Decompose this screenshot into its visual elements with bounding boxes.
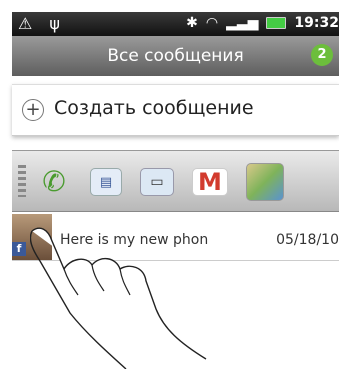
phone-icon[interactable]: ✆	[36, 163, 72, 199]
compose-message-label: Создать сообщение	[54, 97, 254, 119]
contact-card-icon[interactable]: ▤	[90, 168, 122, 196]
drag-handle-icon[interactable]	[18, 165, 26, 197]
title-bar: Все сообщения 2	[12, 36, 339, 76]
signal-icon: ▂▃▅	[226, 15, 259, 31]
facebook-icon: f	[12, 242, 26, 256]
hand-pointer-icon	[30, 227, 207, 369]
message-date: 05/18/10	[276, 232, 339, 248]
share-bar: ✆ ▤ ▭ M	[12, 150, 339, 212]
map-icon[interactable]	[246, 163, 284, 201]
page-title: Все сообщения	[107, 46, 244, 66]
status-bar: ⚠ ψ ✱ ◠ ▂▃▅ 19:32	[12, 12, 339, 36]
battery-icon	[266, 17, 287, 29]
notification-icons: ⚠ ψ	[18, 14, 66, 33]
compose-message-button[interactable]: + Создать сообщение	[12, 84, 339, 136]
unread-count-badge: 2	[311, 44, 333, 66]
status-icons: ✱ ◠ ▂▃▅ 19:32	[186, 15, 339, 31]
bluetooth-icon: ✱	[186, 15, 198, 31]
plus-icon: +	[22, 99, 44, 121]
message-icon[interactable]: ▭	[140, 168, 174, 196]
clock: 19:32	[294, 15, 339, 31]
gmail-icon[interactable]: M	[192, 168, 228, 196]
wifi-icon: ◠	[205, 15, 219, 31]
